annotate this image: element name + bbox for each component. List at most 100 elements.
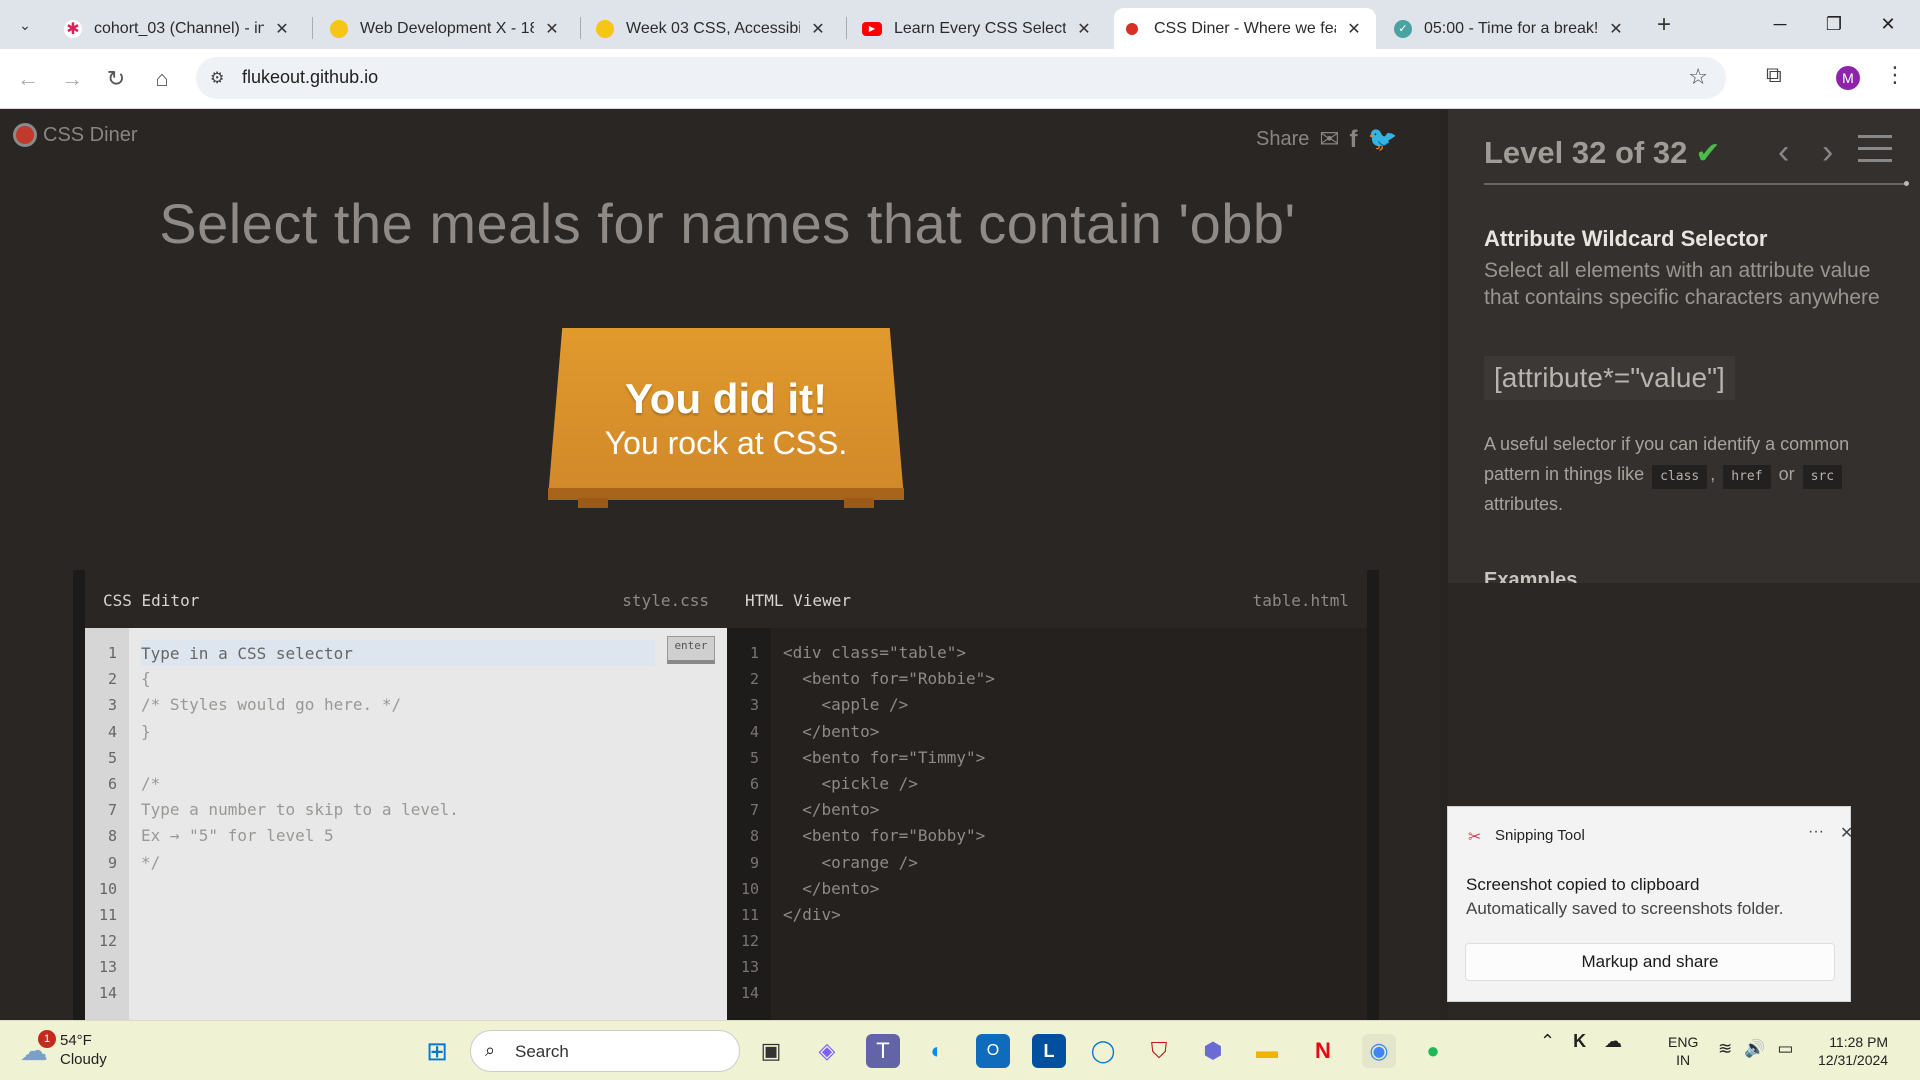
clock-date: 12/31/2024	[1818, 1052, 1889, 1068]
close-tab-icon[interactable]: ✕	[1074, 19, 1094, 39]
file-explorer-icon[interactable]: ▬	[1250, 1034, 1284, 1068]
minimize-button[interactable]: ─	[1760, 8, 1800, 40]
site-logo[interactable]: CSS Diner	[13, 123, 137, 147]
html-file-name: table.html	[1252, 591, 1349, 610]
close-window-button[interactable]: ✕	[1868, 8, 1908, 40]
examples-heading: Examples	[1484, 569, 1578, 583]
line-number: 11	[740, 905, 759, 924]
facebook-icon[interactable]: f	[1349, 126, 1357, 154]
linkedin-learning-icon[interactable]: L	[1032, 1034, 1066, 1068]
reload-button[interactable]: ↻	[100, 63, 132, 95]
html-code-lines[interactable]: <div class="table"> <bento for="Robbie">…	[783, 640, 995, 1007]
url-text[interactable]: flukeout.github.io	[242, 67, 378, 88]
extensions-icon[interactable]: ⧉	[1766, 62, 1782, 88]
reload-icon: ↻	[106, 66, 126, 91]
more-options-icon[interactable]: ···	[1808, 823, 1824, 841]
line-number: 14	[740, 984, 759, 1003]
css-selector-input[interactable]	[141, 640, 655, 666]
win-subheading: You rock at CSS.	[604, 424, 848, 461]
status-icons[interactable]: ≋ 🔊 ▭	[1718, 1039, 1793, 1059]
plus-icon: +	[1656, 11, 1671, 38]
task-view-icon[interactable]: ▣	[754, 1034, 788, 1068]
chevron-down-icon: ⌄	[19, 16, 31, 33]
onedrive-icon[interactable]: ☁	[1604, 1031, 1622, 1052]
weather-temp: 54°F	[60, 1032, 92, 1049]
netflix-icon[interactable]: N	[1306, 1034, 1340, 1068]
level-menu-icon[interactable]	[1858, 135, 1892, 171]
code-line: <bento for="Bobby">	[783, 826, 986, 846]
chrome-icon[interactable]: ◉	[1362, 1034, 1396, 1068]
alexa-icon[interactable]: ◯	[1086, 1034, 1120, 1068]
weather-widget[interactable]: ☁ 1 54°F Cloudy	[20, 1029, 107, 1069]
start-button[interactable]: ⊞	[420, 1034, 454, 1068]
notification-badge: 1	[38, 1029, 56, 1048]
css-code-area: 1 2 3 4 5 6 7 8 9 10 11 12 13 14 {/* Styles would go …	[85, 628, 727, 1020]
close-icon[interactable]: ✕	[1840, 823, 1853, 843]
previous-level-icon[interactable]: ‹	[1778, 133, 1789, 172]
close-tab-icon[interactable]: ✕	[542, 19, 562, 39]
line-number: 6	[749, 774, 759, 793]
language-indicator[interactable]: ENG IN	[1668, 1033, 1698, 1069]
tab-break-timer[interactable]: ✓ 05:00 - Time for a break! ✕	[1382, 8, 1638, 49]
email-icon[interactable]: ✉	[1319, 125, 1339, 154]
yellow-dot-icon	[330, 19, 348, 38]
close-tab-icon[interactable]: ✕	[1344, 19, 1364, 39]
tab-week03[interactable]: Week 03 CSS, Accessibility ✕	[584, 8, 840, 49]
tab-search-button[interactable]: ⌄	[10, 10, 40, 40]
chevron-up-icon[interactable]: ⌃	[1540, 1031, 1555, 1052]
search-placeholder: Search	[515, 1042, 569, 1061]
teams-icon[interactable]: T	[866, 1034, 900, 1068]
clock[interactable]: 11:28 PM 12/31/2024	[1818, 1033, 1888, 1069]
tab-css-diner[interactable]: CSS Diner - Where we feas ✕	[1114, 8, 1376, 49]
line-number: 2	[749, 670, 759, 689]
line-number: 10	[740, 879, 759, 898]
outlook-icon[interactable]: O	[976, 1034, 1010, 1068]
language-code: ENG	[1668, 1034, 1699, 1050]
level-complete-check-icon: ✔	[1695, 137, 1721, 170]
tab-title: Week 03 CSS, Accessibility	[626, 19, 800, 37]
taskbar-search[interactable]: ⌕ Search	[470, 1030, 740, 1072]
bookmark-star-icon[interactable]: ☆	[1688, 64, 1708, 90]
next-level-icon[interactable]: ›	[1822, 133, 1833, 172]
mcafee-icon[interactable]: ⛉	[1142, 1034, 1176, 1068]
code-line: }	[141, 721, 151, 741]
css-line-numbers: 1 2 3 4 5 6 7 8 9 10 11 12 13 14	[85, 628, 129, 1020]
profile-avatar[interactable]: M	[1836, 66, 1860, 90]
spotify-icon[interactable]: ●	[1416, 1034, 1450, 1068]
tab-title: Learn Every CSS Selector In	[894, 19, 1066, 37]
line-number: 1	[107, 644, 117, 662]
line-number: 12	[740, 932, 759, 951]
html-viewer: HTML Viewer table.html 1 2 3 4 5 6 7 8 9 10 11 12 13…	[727, 570, 1367, 1020]
tab-youtube[interactable]: ▶ Learn Every CSS Selector In ✕	[850, 8, 1106, 49]
restore-button[interactable]: ❐	[1814, 8, 1854, 40]
table-leg	[844, 498, 874, 508]
tab-slack[interactable]: ✱ cohort_03 (Channel) - inte ✕	[52, 8, 304, 49]
css-editor: CSS Editor style.css 1 2 3 4 5 6 7 8 9 10 11 12 13 14…	[85, 570, 727, 1020]
new-tab-button[interactable]: +	[1650, 11, 1678, 39]
close-tab-icon[interactable]: ✕	[808, 19, 828, 39]
home-button[interactable]: ⌂	[146, 63, 178, 95]
enter-button[interactable]: enter	[667, 636, 715, 664]
twitter-icon[interactable]: 🐦	[1367, 125, 1397, 154]
site-info-icon[interactable]: ⚙	[210, 68, 224, 88]
markup-and-share-button[interactable]: Markup and share	[1465, 943, 1835, 981]
line-number: 5	[107, 748, 117, 767]
code-line: </bento>	[783, 800, 880, 820]
close-tab-icon[interactable]: ✕	[272, 19, 292, 39]
copilot-icon[interactable]: ◈	[810, 1034, 844, 1068]
tab-web-dev[interactable]: Web Development X - 180 ✕	[318, 8, 574, 49]
table-leg	[578, 498, 608, 508]
address-bar[interactable]: ⚙ flukeout.github.io ☆	[196, 57, 1726, 99]
browser-menu-icon[interactable]: ⋮	[1884, 62, 1906, 88]
k-app-icon[interactable]: K	[1573, 1031, 1586, 1052]
app-icon[interactable]: ⬢	[1196, 1034, 1230, 1068]
notification-app-name: Snipping Tool	[1495, 827, 1585, 844]
forward-button[interactable]: →	[56, 63, 88, 95]
back-button[interactable]: ←	[12, 63, 44, 95]
level-title: Level 32 of 32	[1484, 135, 1688, 170]
close-tab-icon[interactable]: ✕	[1606, 19, 1626, 39]
help-text: attributes.	[1484, 494, 1564, 514]
line-number: 1	[749, 644, 759, 662]
edge-icon[interactable]: ◐	[920, 1034, 954, 1068]
